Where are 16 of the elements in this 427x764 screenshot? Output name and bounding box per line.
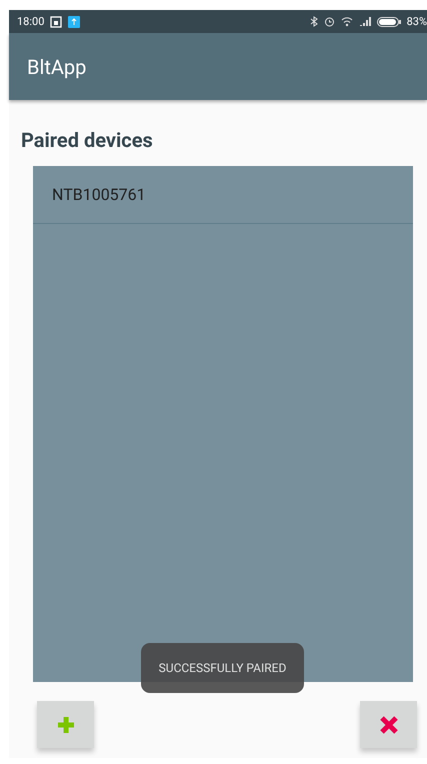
remove-button[interactable] — [360, 701, 417, 748]
device-name[interactable]: NTB1005761 — [52, 185, 146, 204]
bluetooth-icon — [310, 16, 318, 27]
wifi-icon — [340, 16, 353, 26]
section-title: Paired devices — [21, 128, 154, 152]
battery-icon — [376, 16, 401, 26]
clock: 18:00 — [17, 15, 44, 28]
plus-icon — [56, 714, 76, 734]
battery-percentage: 83% — [406, 15, 427, 28]
app-title: BltApp — [27, 54, 86, 78]
lock-icon — [50, 16, 62, 28]
close-icon — [378, 714, 398, 734]
signal-icon — [358, 16, 371, 26]
alarm-clock-icon — [324, 16, 335, 27]
upload-icon — [68, 16, 80, 28]
toast-message: SUCCESSFULLY PAIRED — [141, 643, 304, 693]
